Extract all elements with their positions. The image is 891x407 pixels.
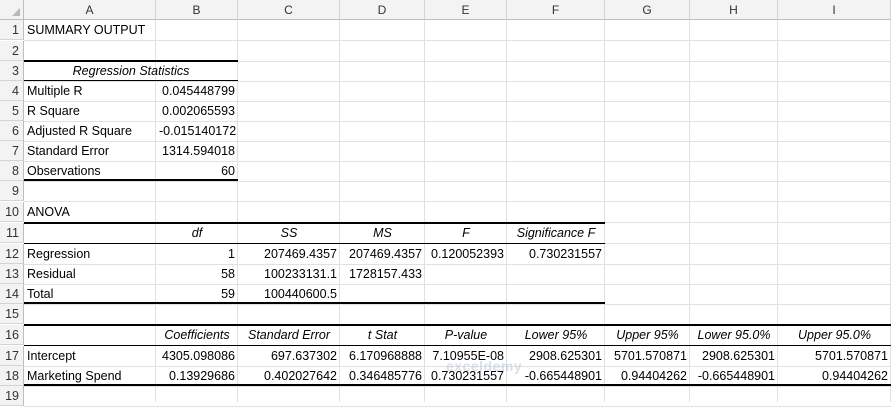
stat-value[interactable]: 0.002065593 [156,101,238,121]
column-header-e[interactable]: E [425,0,507,20]
row-header[interactable]: 4 [0,81,24,101]
coef-cell[interactable]: 5701.570871 [605,346,690,366]
anova-cell[interactable]: 100233131.1 [238,264,340,284]
anova-cell[interactable]: 1728157.433 [340,264,425,284]
coef-cell[interactable]: 0.94404262 [778,366,891,386]
select-all-corner[interactable] [0,0,24,20]
coef-header-cell[interactable]: Standard Error [238,325,340,345]
row-gridline [24,40,891,41]
anova-cell[interactable]: 207469.4357 [340,244,425,264]
row-header[interactable]: 9 [0,181,24,201]
coef-row-label[interactable]: Intercept [24,346,156,366]
coef-cell[interactable]: 0.402027642 [238,366,340,386]
stat-label[interactable]: Adjusted R Square [24,121,156,141]
coef-row-label[interactable]: Marketing Spend [24,366,156,386]
coef-header-cell[interactable]: t Stat [340,325,425,345]
anova-header-cell[interactable]: SS [238,223,340,243]
select-all-triangle-icon [12,8,20,16]
anova-cell[interactable]: 100440600.5 [238,284,340,304]
stat-label[interactable]: Multiple R [24,81,156,101]
anova-cell[interactable]: 207469.4357 [238,244,340,264]
anova-header-cell[interactable]: df [156,223,238,243]
row-gridline [24,181,891,182]
anova-header-cell[interactable]: MS [340,223,425,243]
anova-header-cell[interactable]: F [425,223,507,243]
row-header[interactable]: 18 [0,366,24,386]
stat-label[interactable]: Standard Error [24,141,156,161]
row-header[interactable]: 15 [0,304,24,324]
row-header[interactable]: 7 [0,141,24,161]
anova-row-label[interactable]: Residual [24,264,156,284]
row-header[interactable]: 17 [0,346,24,366]
summary-output-title[interactable]: SUMMARY OUTPUT [24,20,224,40]
anova-row-label[interactable]: Regression [24,244,156,264]
coef-header-cell[interactable]: Upper 95.0% [778,325,891,345]
anova-cell[interactable]: 59 [156,284,238,304]
row-header[interactable]: 10 [0,202,24,222]
row-header[interactable]: 14 [0,284,24,304]
stat-value[interactable]: -0.015140172 [156,121,238,141]
row-header[interactable]: 5 [0,101,24,121]
coef-cell[interactable]: -0.665448901 [690,366,778,386]
column-header-g[interactable]: G [605,0,690,20]
column-header-i[interactable]: I [778,0,891,20]
coef-header-cell[interactable]: Coefficients [156,325,238,345]
stat-value[interactable]: 1314.594018 [156,141,238,161]
stat-label[interactable]: R Square [24,101,156,121]
coef-cell[interactable]: 5701.570871 [778,346,891,366]
coef-header-cell[interactable]: P-value [425,325,507,345]
column-header-a[interactable]: A [24,0,156,20]
column-header-d[interactable]: D [340,0,425,20]
coef-cell[interactable]: 4305.098086 [156,346,238,366]
column-header-b[interactable]: B [156,0,238,20]
coef-cell[interactable]: 0.13929686 [156,366,238,386]
coef-header-cell[interactable]: Upper 95% [605,325,690,345]
regression-statistics-header[interactable]: Regression Statistics [24,61,238,81]
anova-cell[interactable]: 0.730231557 [507,244,605,264]
anova-cell[interactable]: 1 [156,244,238,264]
coef-cell[interactable]: 0.94404262 [605,366,690,386]
coef-header-cell[interactable]: Lower 95.0% [690,325,778,345]
column-header-f[interactable]: F [507,0,605,20]
row-header[interactable]: 11 [0,223,24,243]
anova-title[interactable]: ANOVA [24,202,156,222]
column-header-c[interactable]: C [238,0,340,20]
row-gridline [24,304,891,305]
row-header[interactable]: 2 [0,41,24,61]
anova-header-cell[interactable]: Significance F [507,223,605,243]
watermark-logo: exceldemy [446,358,523,374]
anova-cell[interactable]: 0.120052393 [425,244,507,264]
coef-cell[interactable]: 0.346485776 [340,366,425,386]
row-header[interactable]: 16 [0,325,24,345]
row-gridline [24,386,891,387]
row-header[interactable]: 8 [0,161,24,181]
stat-value[interactable]: 0.045448799 [156,81,238,101]
column-header-h[interactable]: H [690,0,778,20]
coef-cell[interactable]: 2908.625301 [690,346,778,366]
anova-cell[interactable]: 58 [156,264,238,284]
stat-label[interactable]: Observations [24,161,156,181]
anova-row-label[interactable]: Total [24,284,156,304]
row-header[interactable]: 19 [0,386,24,406]
row-header[interactable]: 1 [0,20,24,40]
stat-value[interactable]: 60 [156,161,238,181]
spreadsheet-grid[interactable]: A B C D E F G H I 1 2 3 4 5 6 7 8 9 10 11 12 13 14 15 1… [0,0,891,407]
row-header[interactable]: 13 [0,264,24,284]
row-header[interactable]: 3 [0,61,24,81]
coef-cell[interactable]: 697.637302 [238,346,340,366]
coef-cell[interactable]: 6.170968888 [340,346,425,366]
row-header[interactable]: 6 [0,121,24,141]
coef-header-cell[interactable]: Lower 95% [507,325,605,345]
row-header[interactable]: 12 [0,244,24,264]
